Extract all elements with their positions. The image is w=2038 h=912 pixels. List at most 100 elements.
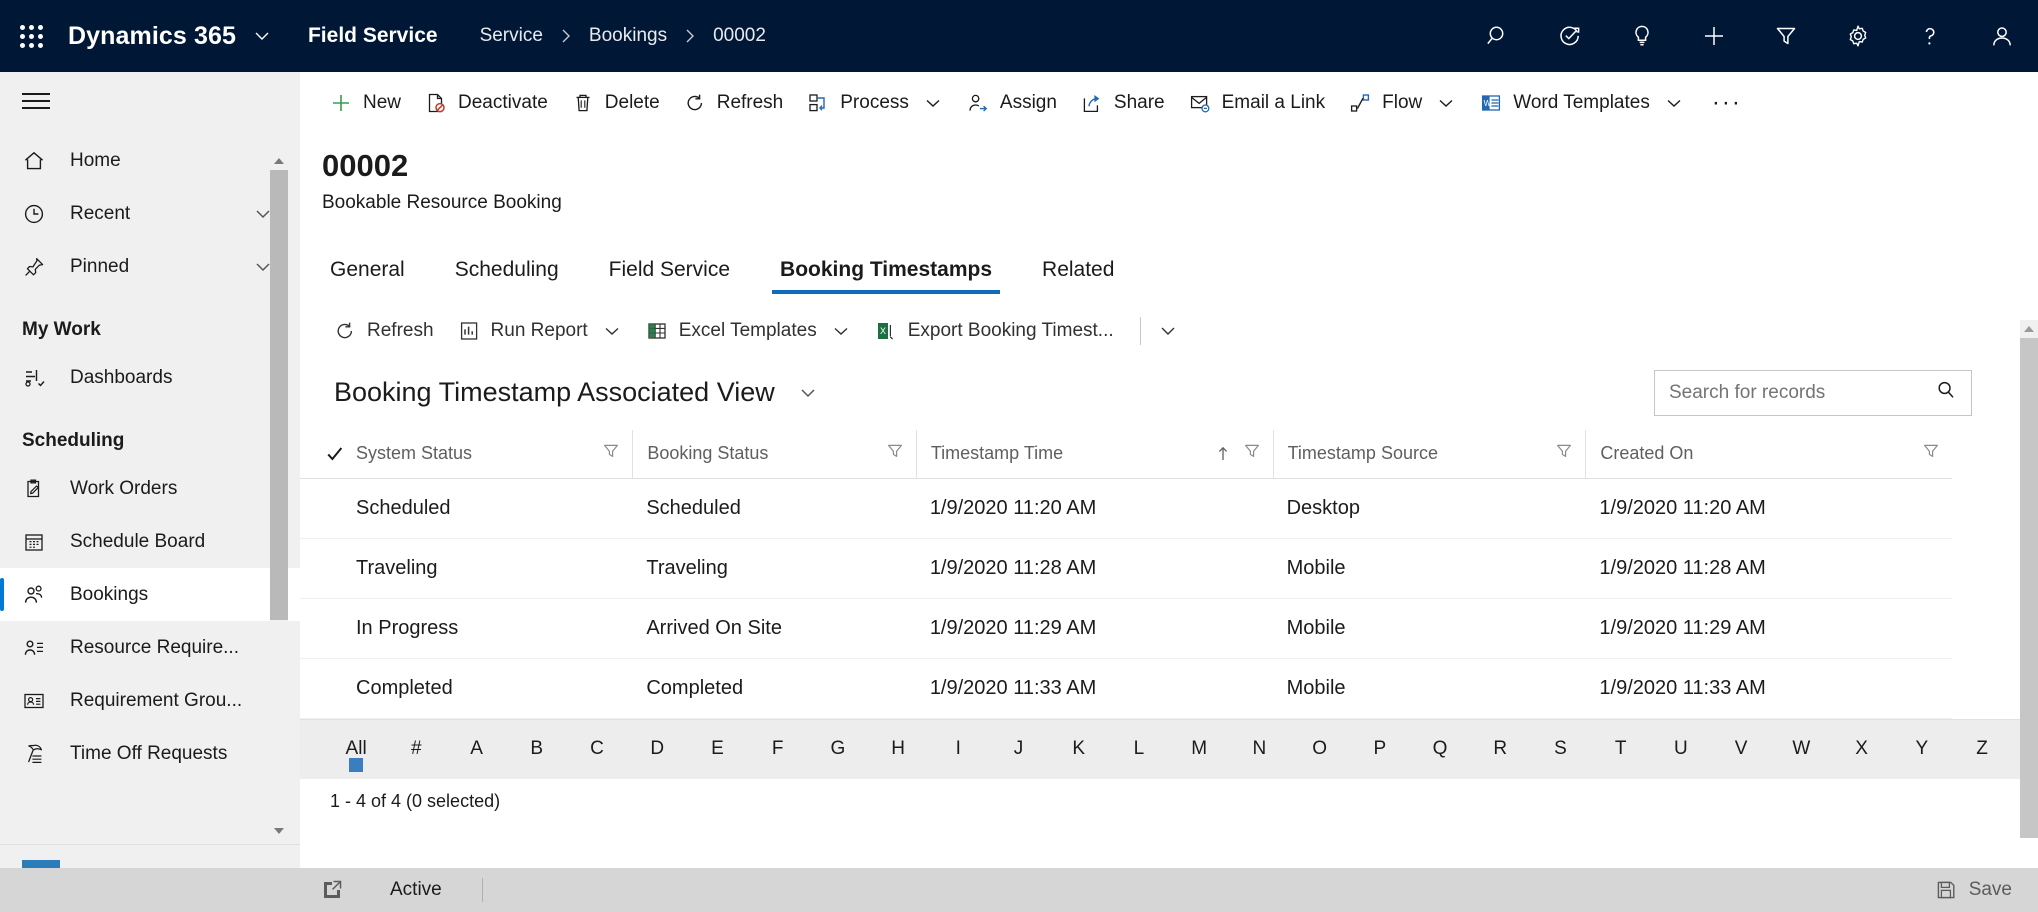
column-header-booking-status[interactable]: Booking Status [632, 430, 915, 479]
alpha-filter-w[interactable]: W [1771, 732, 1831, 766]
table-row[interactable]: Traveling Traveling 1/9/2020 11:28 AM Mo… [300, 538, 1952, 598]
sort-ascending-icon[interactable] [1215, 445, 1231, 463]
sidebar-item-resource-requirements[interactable]: Resource Require... [0, 621, 300, 674]
select-all-checkmark-icon[interactable] [314, 444, 356, 464]
alpha-filter-hash[interactable]: # [386, 732, 446, 766]
assistant-icon[interactable] [1534, 0, 1606, 72]
alpha-filter-b[interactable]: B [507, 732, 567, 766]
sidebar-item-home[interactable]: Home [0, 134, 300, 187]
column-header-timestamp-source[interactable]: Timestamp Source [1273, 430, 1586, 479]
new-button[interactable]: New [318, 82, 413, 124]
scroll-up-icon[interactable] [2020, 320, 2038, 338]
table-row[interactable]: Scheduled Scheduled 1/9/2020 11:20 AM De… [300, 478, 1952, 538]
search-records-box[interactable] [1654, 370, 1972, 416]
subgrid-refresh-button[interactable]: Refresh [322, 310, 446, 352]
breadcrumb-item-0[interactable]: Service [480, 25, 543, 47]
run-report-button[interactable]: Run Report [446, 310, 634, 352]
column-header-timestamp-time[interactable]: Timestamp Time [916, 430, 1273, 479]
alpha-filter-t[interactable]: T [1591, 732, 1651, 766]
hamburger-menu-button[interactable] [0, 72, 300, 130]
alpha-filter-p[interactable]: P [1350, 732, 1410, 766]
column-header-system-status[interactable]: System Status [300, 430, 632, 479]
alpha-filter-y[interactable]: Y [1892, 732, 1952, 766]
alpha-filter-g[interactable]: G [808, 732, 868, 766]
tab-related[interactable]: Related [1034, 258, 1122, 294]
plus-icon[interactable] [1678, 0, 1750, 72]
alpha-filter-h[interactable]: H [868, 732, 928, 766]
open-in-new-icon[interactable] [314, 878, 350, 902]
refresh-button[interactable]: Refresh [672, 82, 796, 124]
alpha-filter-a[interactable]: A [446, 732, 506, 766]
column-filter-icon[interactable] [602, 442, 620, 465]
save-button[interactable]: Save [1921, 868, 2038, 912]
sidebar-item-bookings[interactable]: Bookings [0, 568, 300, 621]
email-link-button[interactable]: Email a Link [1177, 82, 1338, 124]
search-icon[interactable] [1935, 379, 1957, 406]
tab-general[interactable]: General [322, 258, 413, 294]
help-icon[interactable] [1894, 0, 1966, 72]
sidebar-scrollbar-track[interactable] [270, 170, 288, 822]
alpha-filter-n[interactable]: N [1229, 732, 1289, 766]
alpha-filter-c[interactable]: C [567, 732, 627, 766]
sidebar-scrollbar[interactable] [270, 152, 288, 840]
alpha-filter-i[interactable]: I [928, 732, 988, 766]
process-button[interactable]: Process [795, 82, 955, 124]
sidebar-item-dashboards[interactable]: Dashboards [0, 351, 300, 404]
flow-button[interactable]: Flow [1337, 82, 1468, 124]
sidebar-item-time-off-requests[interactable]: Time Off Requests [0, 727, 300, 780]
alpha-filter-l[interactable]: L [1109, 732, 1169, 766]
app-launcher-button[interactable] [0, 25, 62, 48]
sidebar-item-requirement-groups[interactable]: Requirement Grou... [0, 674, 300, 727]
alpha-filter-f[interactable]: F [748, 732, 808, 766]
alpha-filter-q[interactable]: Q [1410, 732, 1470, 766]
sidebar-item-schedule-board[interactable]: Schedule Board [0, 515, 300, 568]
lightbulb-icon[interactable] [1606, 0, 1678, 72]
cell-booking-status[interactable]: Scheduled [632, 478, 915, 538]
delete-button[interactable]: Delete [560, 82, 672, 124]
column-filter-icon[interactable] [1922, 442, 1940, 465]
alpha-filter-z[interactable]: Z [1952, 732, 2012, 766]
view-title[interactable]: Booking Timestamp Associated View [334, 377, 775, 408]
alpha-filter-m[interactable]: M [1169, 732, 1229, 766]
share-button[interactable]: Share [1069, 82, 1177, 124]
gear-icon[interactable] [1822, 0, 1894, 72]
cell-booking-status[interactable]: Completed [632, 658, 915, 718]
word-templates-button[interactable]: W Word Templates [1468, 82, 1696, 124]
assign-button[interactable]: Assign [955, 82, 1069, 124]
alpha-filter-u[interactable]: U [1651, 732, 1711, 766]
search-input[interactable] [1669, 382, 1935, 404]
chevron-down-icon[interactable] [1664, 93, 1684, 113]
column-filter-icon[interactable] [886, 442, 904, 465]
sidebar-item-work-orders[interactable]: Work Orders [0, 462, 300, 515]
alpha-filter-e[interactable]: E [687, 732, 747, 766]
export-booking-timestamps-button[interactable]: X Export Booking Timest... [863, 310, 1126, 352]
scroll-down-icon[interactable] [270, 822, 288, 840]
alpha-filter-s[interactable]: S [1530, 732, 1590, 766]
alpha-filter-k[interactable]: K [1049, 732, 1109, 766]
alpha-filter-x[interactable]: X [1831, 732, 1891, 766]
column-filter-icon[interactable] [1243, 442, 1261, 465]
account-icon[interactable] [1966, 0, 2038, 72]
main-scrollbar-thumb[interactable] [2020, 338, 2038, 838]
sidebar-item-recent[interactable]: Recent [0, 187, 300, 240]
more-commands-button[interactable]: ··· [1696, 82, 1758, 124]
subgrid-more-commands-button[interactable] [1147, 310, 1189, 352]
chevron-down-icon[interactable] [1436, 93, 1456, 113]
chevron-down-icon[interactable] [923, 93, 943, 113]
sidebar-scrollbar-thumb[interactable] [270, 170, 288, 620]
alpha-filter-r[interactable]: R [1470, 732, 1530, 766]
cell-booking-status[interactable]: Arrived On Site [632, 598, 915, 658]
alpha-filter-d[interactable]: D [627, 732, 687, 766]
tab-scheduling[interactable]: Scheduling [447, 258, 567, 294]
deactivate-button[interactable]: Deactivate [413, 82, 560, 124]
alpha-filter-j[interactable]: J [988, 732, 1048, 766]
table-row[interactable]: In Progress Arrived On Site 1/9/2020 11:… [300, 598, 1952, 658]
brand-chevron-down-icon[interactable] [252, 26, 272, 46]
scroll-up-icon[interactable] [270, 152, 288, 170]
alpha-filter-v[interactable]: V [1711, 732, 1771, 766]
breadcrumb-item-1[interactable]: Bookings [589, 25, 667, 47]
tab-field-service[interactable]: Field Service [601, 258, 738, 294]
filter-icon[interactable] [1750, 0, 1822, 72]
chevron-down-icon[interactable] [602, 321, 622, 341]
tab-booking-timestamps[interactable]: Booking Timestamps [772, 258, 1000, 294]
